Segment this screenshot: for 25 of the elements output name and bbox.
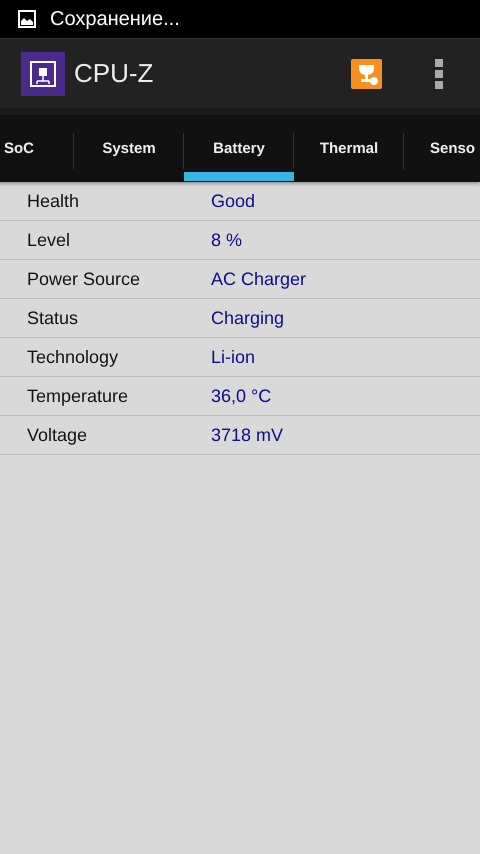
- property-value: 8 %: [211, 230, 242, 250]
- property-label: Level: [26, 230, 72, 250]
- image-icon: [18, 10, 36, 28]
- tab[interactable]: Senso: [404, 115, 480, 182]
- property-label: Status: [26, 308, 80, 328]
- more-options-icon[interactable]: [435, 58, 443, 88]
- property-value: Charging: [211, 308, 284, 328]
- tab[interactable]: SoC: [0, 115, 74, 182]
- trophy-icon[interactable]: [351, 58, 382, 88]
- property-label: Health: [26, 190, 80, 212]
- app-title: CPU-Z: [74, 58, 154, 89]
- property-value: Good: [211, 190, 256, 212]
- property-label: Technology: [26, 346, 120, 368]
- property-value: AC Charger: [211, 268, 306, 290]
- property-value: 36,0 °C: [211, 386, 272, 406]
- tab[interactable]: System: [74, 115, 184, 182]
- property-value: 3718 mV: [211, 424, 284, 446]
- property-label: Voltage: [26, 424, 88, 446]
- property-label: Temperature: [26, 386, 130, 406]
- tab[interactable]: Battery: [184, 115, 294, 182]
- tab[interactable]: Thermal: [294, 115, 404, 182]
- chip-icon: [21, 52, 65, 96]
- property-value: Li-ion: [211, 346, 256, 368]
- property-label: Power Source: [26, 268, 142, 290]
- notification-text: Сохранение...: [50, 8, 180, 30]
